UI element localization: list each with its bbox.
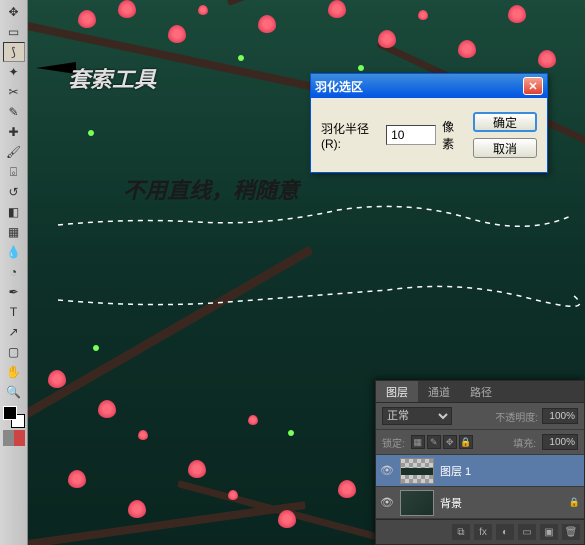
fill-label: 填充: [513,435,536,450]
tab-paths[interactable]: 路径 [460,381,502,402]
tool-move[interactable]: ✥ [3,2,25,22]
tool-zoom[interactable]: 🔍 [3,382,25,402]
fill-input[interactable] [542,434,578,450]
layer-list: 👁 图层 1 👁 背景 🔒 [376,455,584,519]
lock-transparency-icon[interactable]: ▦ [411,435,425,449]
layer-name[interactable]: 图层 1 [440,463,580,479]
tool-path[interactable]: ↗ [3,322,25,342]
lock-label: 锁定: [382,435,405,450]
tool-eraser[interactable]: ◧ [3,202,25,222]
layers-panel: 图层 通道 路径 正常 不透明度: 锁定: ▦ ✎ ✥ 🔒 填充: 👁 图层 1 [375,380,585,545]
panel-footer: ⧉ fx ◐ ▭ ▣ 🗑 [376,519,584,544]
tool-blur[interactable]: 💧 [3,242,25,262]
color-swatches[interactable] [3,406,25,428]
quickmask-toggle[interactable] [3,430,25,446]
close-icon: ✕ [528,80,537,93]
unit-label: 像素 [442,118,463,152]
tool-lasso[interactable]: ⟆ [3,42,25,62]
blend-mode-select[interactable]: 正常 [382,407,452,425]
tool-type[interactable]: T [3,302,25,322]
tool-history[interactable]: ↺ [3,182,25,202]
layer-row[interactable]: 👁 背景 🔒 [376,487,584,519]
layer-thumbnail[interactable] [400,458,434,484]
lasso-tool-label: 套索工具 [68,62,156,94]
link-layers-icon[interactable]: ⧉ [452,524,470,540]
feather-dialog: 羽化选区 ✕ 羽化半径(R): 像素 确定 取消 [310,73,548,173]
tool-shape[interactable]: ▢ [3,342,25,362]
tool-gradient[interactable]: ▦ [3,222,25,242]
visibility-icon[interactable]: 👁 [380,496,394,510]
dialog-close-button[interactable]: ✕ [523,77,543,95]
tool-hand[interactable]: ✋ [3,362,25,382]
tool-crop[interactable]: ✂ [3,82,25,102]
radius-input[interactable] [386,125,436,145]
lock-pixels-icon[interactable]: ✎ [427,435,441,449]
tool-brush[interactable]: 🖌 [3,142,25,162]
tab-layers[interactable]: 图层 [376,381,418,402]
dialog-title: 羽化选区 [315,78,523,95]
visibility-icon[interactable]: 👁 [380,464,394,478]
tool-dodge[interactable]: ◔ [3,262,25,282]
layer-mask-icon[interactable]: ◐ [496,524,514,540]
foreground-swatch[interactable] [3,406,17,420]
hint-annotation: 不用直线，稍随意 [123,173,299,205]
opacity-input[interactable] [542,408,578,424]
lock-all-icon[interactable]: 🔒 [459,435,473,449]
toolbox: ✥ ▭ ⟆ ✦ ✂ ✎ ✚ 🖌 ⌻ ↺ ◧ ▦ 💧 ◔ ✒ T ↗ ▢ ✋ 🔍 [0,0,28,545]
new-group-icon[interactable]: ▭ [518,524,536,540]
tool-heal[interactable]: ✚ [3,122,25,142]
dialog-titlebar[interactable]: 羽化选区 ✕ [311,74,547,98]
delete-layer-icon[interactable]: 🗑 [562,524,580,540]
tool-eyedropper[interactable]: ✎ [3,102,25,122]
ok-button[interactable]: 确定 [473,112,537,132]
tool-stamp[interactable]: ⌻ [3,162,25,182]
new-layer-icon[interactable]: ▣ [540,524,558,540]
tool-marquee[interactable]: ▭ [3,22,25,42]
lock-icon: 🔒 [569,497,580,508]
layer-row[interactable]: 👁 图层 1 [376,455,584,487]
tool-wand[interactable]: ✦ [3,62,25,82]
radius-label: 羽化半径(R): [321,120,380,151]
layer-name[interactable]: 背景 [440,495,563,511]
tab-channels[interactable]: 通道 [418,381,460,402]
cancel-button[interactable]: 取消 [473,138,537,158]
tool-pen[interactable]: ✒ [3,282,25,302]
layer-thumbnail[interactable] [400,490,434,516]
opacity-label: 不透明度: [495,409,538,424]
layer-fx-icon[interactable]: fx [474,524,492,540]
lock-position-icon[interactable]: ✥ [443,435,457,449]
